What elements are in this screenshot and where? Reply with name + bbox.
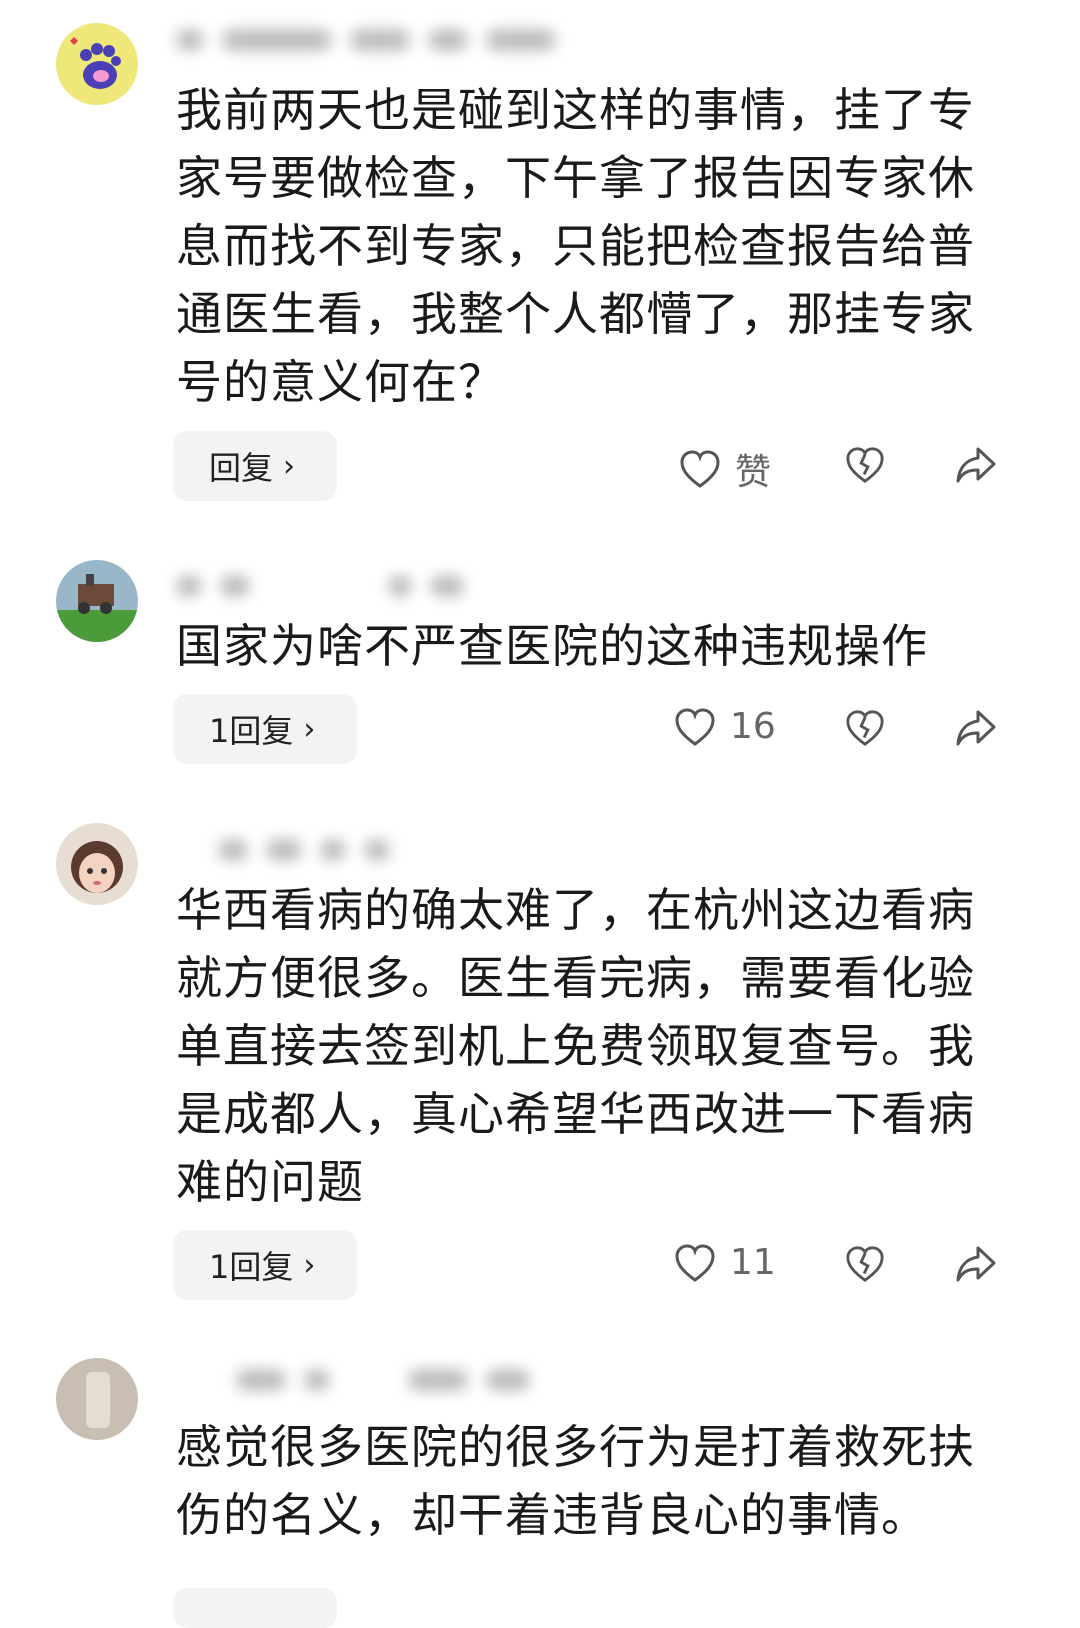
dislike-button[interactable] bbox=[845, 445, 885, 485]
avatar[interactable] bbox=[56, 1358, 138, 1440]
broken-heart-icon bbox=[846, 710, 884, 746]
share-arrow-icon bbox=[956, 447, 996, 483]
like-count: 11 bbox=[730, 1242, 776, 1283]
avatar[interactable] bbox=[56, 823, 138, 905]
comment-text: 我前两天也是碰到这样的事情，挂了专家号要做检查，下午拿了报告因专家休息而找不到专… bbox=[176, 83, 975, 409]
heart-outline-icon bbox=[680, 450, 720, 488]
share-button[interactable] bbox=[954, 445, 998, 485]
avatar[interactable] bbox=[56, 23, 138, 105]
broken-heart-icon bbox=[846, 447, 884, 483]
username-blurred bbox=[176, 20, 656, 60]
like-button[interactable]: 赞 bbox=[679, 443, 771, 495]
dislike-button[interactable] bbox=[845, 1244, 885, 1284]
like-count: 16 bbox=[730, 706, 776, 747]
broken-heart-icon bbox=[846, 1246, 884, 1282]
comment-text: 华西看病的确太难了，在杭州这边看病就方便很多。医生看完病，需要看化验单直接去签到… bbox=[176, 883, 975, 1209]
share-button[interactable] bbox=[954, 1244, 998, 1284]
share-arrow-icon bbox=[956, 1246, 996, 1282]
like-count: 赞 bbox=[735, 452, 772, 493]
comment-actions: 16 bbox=[0, 694, 1080, 764]
username-blurred bbox=[176, 830, 656, 870]
comment-actions: 11 bbox=[0, 1230, 1080, 1300]
share-arrow-icon bbox=[956, 710, 996, 746]
comment-text: 感觉很多医院的很多行为是打着救死扶伤的名义，却干着违背良心的事情。 bbox=[176, 1420, 975, 1542]
comment-text: 国家为啥不严查医院的这种违规操作 bbox=[176, 619, 928, 673]
heart-outline-icon bbox=[675, 1243, 715, 1282]
comment-actions: 赞 bbox=[0, 431, 1080, 501]
username-blurred bbox=[176, 566, 656, 606]
username-blurred bbox=[176, 1360, 656, 1400]
reply-button-partial[interactable] bbox=[173, 1588, 337, 1628]
dislike-button[interactable] bbox=[845, 708, 885, 748]
avatar[interactable] bbox=[56, 560, 138, 642]
heart-outline-icon bbox=[675, 707, 715, 746]
like-button[interactable]: 11 bbox=[674, 1242, 776, 1283]
like-button[interactable]: 16 bbox=[674, 706, 776, 747]
share-button[interactable] bbox=[954, 708, 998, 748]
